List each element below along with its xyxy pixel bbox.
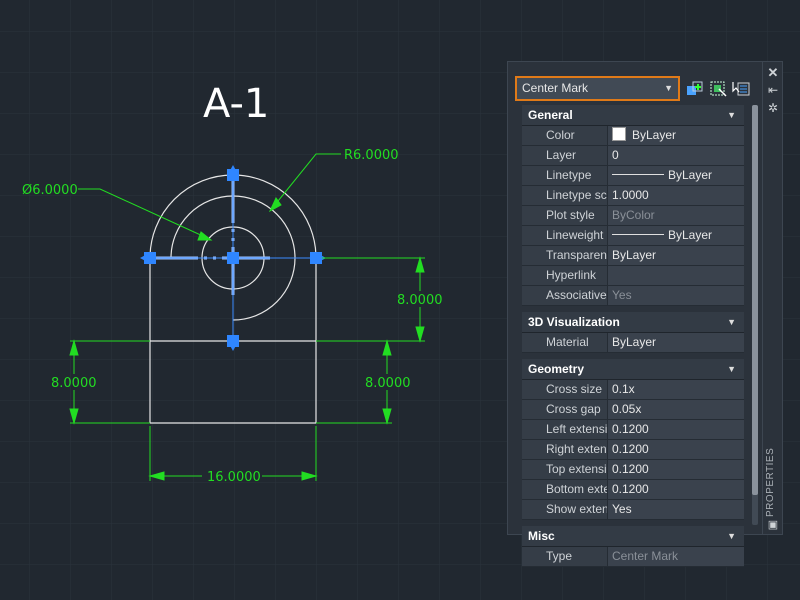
lineweight-preview-icon	[612, 234, 664, 235]
quick-select-icon[interactable]	[685, 79, 705, 99]
chevron-down-icon[interactable]: ▼	[727, 526, 736, 546]
toggle-pickadd-icon[interactable]	[731, 79, 751, 99]
property-row[interactable]: Top extension 0.1200	[522, 460, 744, 480]
category-geometry[interactable]: Geometry ▼	[522, 359, 744, 380]
property-row[interactable]: Lineweight ByLayer	[522, 226, 744, 246]
chevron-down-icon: ▼	[664, 83, 673, 93]
dim-diameter-text: Ø6.0000	[22, 183, 78, 198]
drawing-title[interactable]: A-1	[203, 81, 269, 127]
palette-title-strip[interactable]: ✕ ⇤ ✲ PROPERTIES ▣	[763, 61, 783, 535]
select-objects-icon[interactable]	[708, 79, 728, 99]
property-row[interactable]: Associative Yes	[522, 286, 744, 306]
chevron-down-icon[interactable]: ▼	[727, 105, 736, 125]
dim-radius-text: R6.0000	[344, 148, 399, 163]
property-row[interactable]: Cross gap 0.05x	[522, 400, 744, 420]
property-row[interactable]: Cross size 0.1x	[522, 380, 744, 400]
category-general[interactable]: General ▼	[522, 105, 744, 126]
palette-menu-icon[interactable]: ▣	[766, 518, 780, 531]
property-row[interactable]: Left extension 0.1200	[522, 420, 744, 440]
dim-left-lower-text: 8.0000	[51, 376, 97, 391]
property-row[interactable]: Right extensi... 0.1200	[522, 440, 744, 460]
scrollbar-thumb[interactable]	[752, 105, 758, 495]
chevron-down-icon[interactable]: ▼	[727, 359, 736, 379]
chevron-down-icon[interactable]: ▼	[727, 312, 736, 332]
property-row[interactable]: Linetype ByLayer	[522, 166, 744, 186]
property-row[interactable]: Material ByLayer	[522, 333, 744, 353]
auto-hide-icon[interactable]: ⇤	[766, 83, 780, 97]
category-3d-visualization[interactable]: 3D Visualization ▼	[522, 312, 744, 333]
properties-palette[interactable]: Center Mark ▼ General ▼ Color ByLayer La…	[507, 61, 763, 567]
property-row[interactable]: Bottom exte... 0.1200	[522, 480, 744, 500]
object-type-dropdown[interactable]: Center Mark ▼	[515, 76, 680, 101]
palette-title: PROPERTIES	[765, 447, 776, 517]
property-row[interactable]: Type Center Mark	[522, 547, 744, 567]
close-icon[interactable]: ✕	[766, 65, 780, 81]
color-swatch-icon	[612, 127, 626, 141]
property-grid[interactable]: General ▼ Color ByLayer Layer 0 Linetype…	[522, 105, 744, 567]
property-row[interactable]: Plot style ByColor	[522, 206, 744, 226]
property-row[interactable]: Layer 0	[522, 146, 744, 166]
category-misc[interactable]: Misc ▼	[522, 526, 744, 547]
palette-scrollbar[interactable]	[752, 105, 758, 525]
property-row[interactable]: Linetype scale 1.0000	[522, 186, 744, 206]
property-row[interactable]: Transparency ByLayer	[522, 246, 744, 266]
property-row[interactable]: Hyperlink	[522, 266, 744, 286]
dim-right-vertical-text: 8.0000	[397, 293, 443, 308]
property-row[interactable]: Show extensi... Yes	[522, 500, 744, 520]
object-type-value: Center Mark	[522, 81, 589, 95]
property-row[interactable]: Color ByLayer	[522, 126, 744, 146]
linetype-preview-icon	[612, 174, 664, 175]
dim-right-lower-text: 8.0000	[365, 376, 411, 391]
dim-width-text: 16.0000	[207, 470, 261, 485]
settings-icon[interactable]: ✲	[766, 101, 780, 115]
